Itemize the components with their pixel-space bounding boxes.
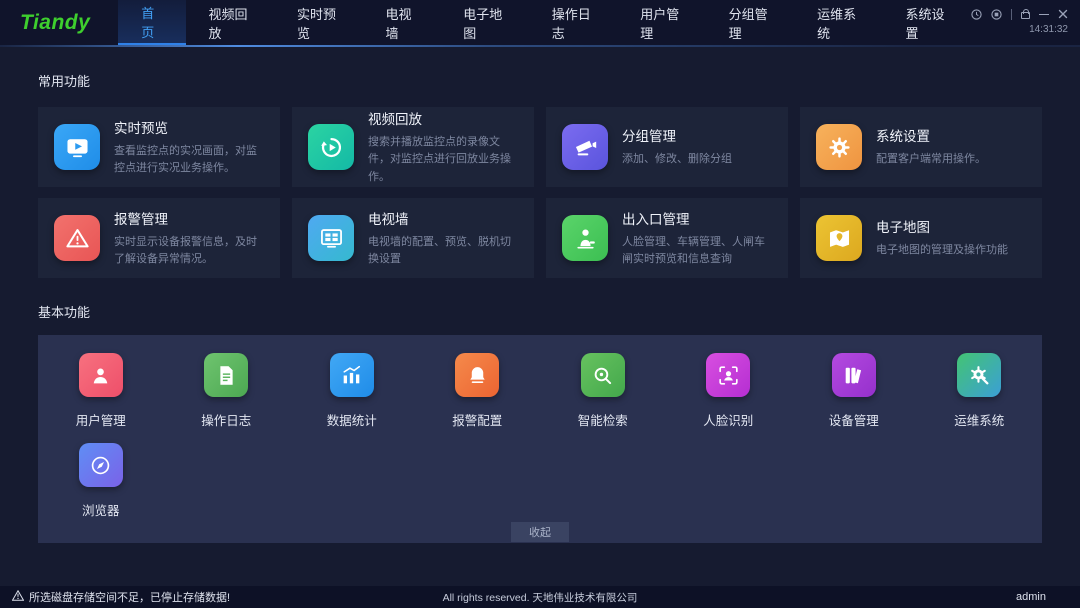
item-label: 智能检索 — [578, 410, 628, 429]
e-map-icon — [816, 215, 862, 261]
common-functions-grid: 实时预览 查看监控点的实况画面，对监控点进行实况业务操作。 视频回放 搜索并播放… — [38, 107, 1042, 278]
main-content: 常用功能 实时预览 查看监控点的实况画面，对监控点进行实况业务操作。 视频回放 … — [0, 47, 1080, 586]
live-preview-icon — [54, 124, 100, 170]
storage-warning: 所选磁盘存储空间不足，已停止存储数据! — [12, 589, 230, 605]
device-management-icon — [832, 353, 876, 397]
alarm-management-icon — [54, 215, 100, 261]
card-title: 电视墙 — [368, 208, 520, 228]
item-label: 浏览器 — [82, 500, 120, 519]
clock-time: 14:31:32 — [1029, 24, 1068, 35]
tv-wall-icon — [308, 215, 354, 261]
tab-tv-wall[interactable]: 电视墙 — [362, 0, 440, 45]
tab-e-map[interactable]: 电子地图 — [440, 0, 528, 45]
item-data-statistics[interactable]: 数据统计 — [289, 353, 415, 429]
app-window: Tiandy 首页 视频回放 实时预览 电视墙 电子地图 操作日志 用户管理 分… — [0, 0, 1080, 608]
card-desc: 人脸管理、车辆管理、人闸车闸实时预览和信息查询 — [622, 234, 774, 268]
card-e-map[interactable]: 电子地图 电子地图的管理及操作功能 — [800, 198, 1042, 278]
video-playback-icon — [308, 124, 354, 170]
brand-logo: Tiandy — [0, 0, 118, 45]
current-user: admin — [1016, 591, 1068, 603]
capture-icon[interactable] — [991, 9, 1002, 20]
item-smart-search[interactable]: 智能检索 — [540, 353, 666, 429]
basic-functions-title: 基本功能 — [38, 302, 1042, 321]
browser-icon — [79, 443, 123, 487]
card-title: 报警管理 — [114, 208, 266, 228]
card-title: 视频回放 — [368, 108, 520, 128]
card-title: 电子地图 — [876, 216, 1008, 236]
item-ops-system[interactable]: 运维系统 — [917, 353, 1043, 429]
item-label: 报警配置 — [452, 410, 502, 429]
item-device-management[interactable]: 设备管理 — [791, 353, 917, 429]
close-icon[interactable] — [1058, 9, 1068, 19]
card-tv-wall[interactable]: 电视墙 电视墙的配置、预览、脱机切换设置 — [292, 198, 534, 278]
storage-warning-text: 所选磁盘存储空间不足，已停止存储数据! — [29, 589, 230, 605]
tab-user-management[interactable]: 用户管理 — [617, 0, 705, 45]
item-label: 人脸识别 — [703, 410, 753, 429]
data-statistics-icon — [330, 353, 374, 397]
tab-system-settings[interactable]: 系统设置 — [883, 0, 971, 45]
tab-ops-system[interactable]: 运维系统 — [794, 0, 882, 45]
smart-search-icon — [581, 353, 625, 397]
item-label: 操作日志 — [201, 410, 251, 429]
main-nav: 首页 视频回放 实时预览 电视墙 电子地图 操作日志 用户管理 分组管理 运维系… — [118, 0, 971, 45]
clock-icon[interactable] — [971, 9, 982, 20]
card-desc: 电视墙的配置、预览、脱机切换设置 — [368, 234, 520, 268]
card-desc: 电子地图的管理及操作功能 — [876, 242, 1008, 259]
group-management-icon — [562, 124, 608, 170]
warning-icon — [12, 590, 24, 604]
divider — [1011, 9, 1012, 20]
window-controls: 14:31:32 — [971, 0, 1080, 45]
copyright-text: All rights reserved. 天地伟业技术有限公司 — [443, 590, 638, 605]
card-system-settings[interactable]: 系统设置 配置客户端常用操作。 — [800, 107, 1042, 187]
title-bar: Tiandy 首页 视频回放 实时预览 电视墙 电子地图 操作日志 用户管理 分… — [0, 0, 1080, 45]
card-desc: 搜索并播放监控点的录像文件，对监控点进行回放业务操作。 — [368, 134, 520, 185]
face-recognition-icon — [706, 353, 750, 397]
tab-group-management[interactable]: 分组管理 — [706, 0, 794, 45]
operation-log-icon — [204, 353, 248, 397]
minimize-icon[interactable] — [1039, 9, 1049, 19]
card-desc: 配置客户端常用操作。 — [876, 151, 986, 168]
tab-video-playback[interactable]: 视频回放 — [186, 0, 274, 45]
card-live-preview[interactable]: 实时预览 查看监控点的实况画面，对监控点进行实况业务操作。 — [38, 107, 280, 187]
ops-system-icon — [957, 353, 1001, 397]
item-label: 设备管理 — [829, 410, 879, 429]
common-functions-title: 常用功能 — [38, 71, 1042, 90]
card-title: 出入口管理 — [622, 208, 774, 228]
item-label: 数据统计 — [327, 410, 377, 429]
card-video-playback[interactable]: 视频回放 搜索并播放监控点的录像文件，对监控点进行回放业务操作。 — [292, 107, 534, 187]
tab-operation-log[interactable]: 操作日志 — [529, 0, 617, 45]
item-browser[interactable]: 浏览器 — [38, 443, 164, 519]
card-alarm-management[interactable]: 报警管理 实时显示设备报警信息，及时了解设备异常情况。 — [38, 198, 280, 278]
basic-functions-grid: 用户管理 操作日志 数据统计 — [38, 353, 1042, 519]
item-alarm-config[interactable]: 报警配置 — [415, 353, 541, 429]
card-desc: 查看监控点的实况画面，对监控点进行实况业务操作。 — [114, 143, 266, 177]
item-label: 运维系统 — [954, 410, 1004, 429]
alarm-config-icon — [455, 353, 499, 397]
status-bar: 所选磁盘存储空间不足，已停止存储数据! All rights reserved.… — [0, 586, 1080, 608]
item-user-management[interactable]: 用户管理 — [38, 353, 164, 429]
card-desc: 添加、修改、删除分组 — [622, 151, 732, 168]
tab-live-preview[interactable]: 实时预览 — [274, 0, 362, 45]
collapse-button[interactable]: 收起 — [511, 522, 569, 542]
card-entrance-management[interactable]: 出入口管理 人脸管理、车辆管理、人闸车闸实时预览和信息查询 — [546, 198, 788, 278]
entrance-management-icon — [562, 215, 608, 261]
tab-home[interactable]: 首页 — [118, 0, 185, 45]
system-settings-icon — [816, 124, 862, 170]
user-management-icon — [79, 353, 123, 397]
item-face-recognition[interactable]: 人脸识别 — [666, 353, 792, 429]
item-operation-log[interactable]: 操作日志 — [164, 353, 290, 429]
card-title: 分组管理 — [622, 125, 732, 145]
item-label: 用户管理 — [76, 410, 126, 429]
card-desc: 实时显示设备报警信息，及时了解设备异常情况。 — [114, 234, 266, 268]
lock-icon[interactable] — [1021, 12, 1030, 19]
card-title: 系统设置 — [876, 125, 986, 145]
card-group-management[interactable]: 分组管理 添加、修改、删除分组 — [546, 107, 788, 187]
basic-functions-panel: 用户管理 操作日志 数据统计 — [38, 335, 1042, 543]
card-title: 实时预览 — [114, 117, 266, 137]
